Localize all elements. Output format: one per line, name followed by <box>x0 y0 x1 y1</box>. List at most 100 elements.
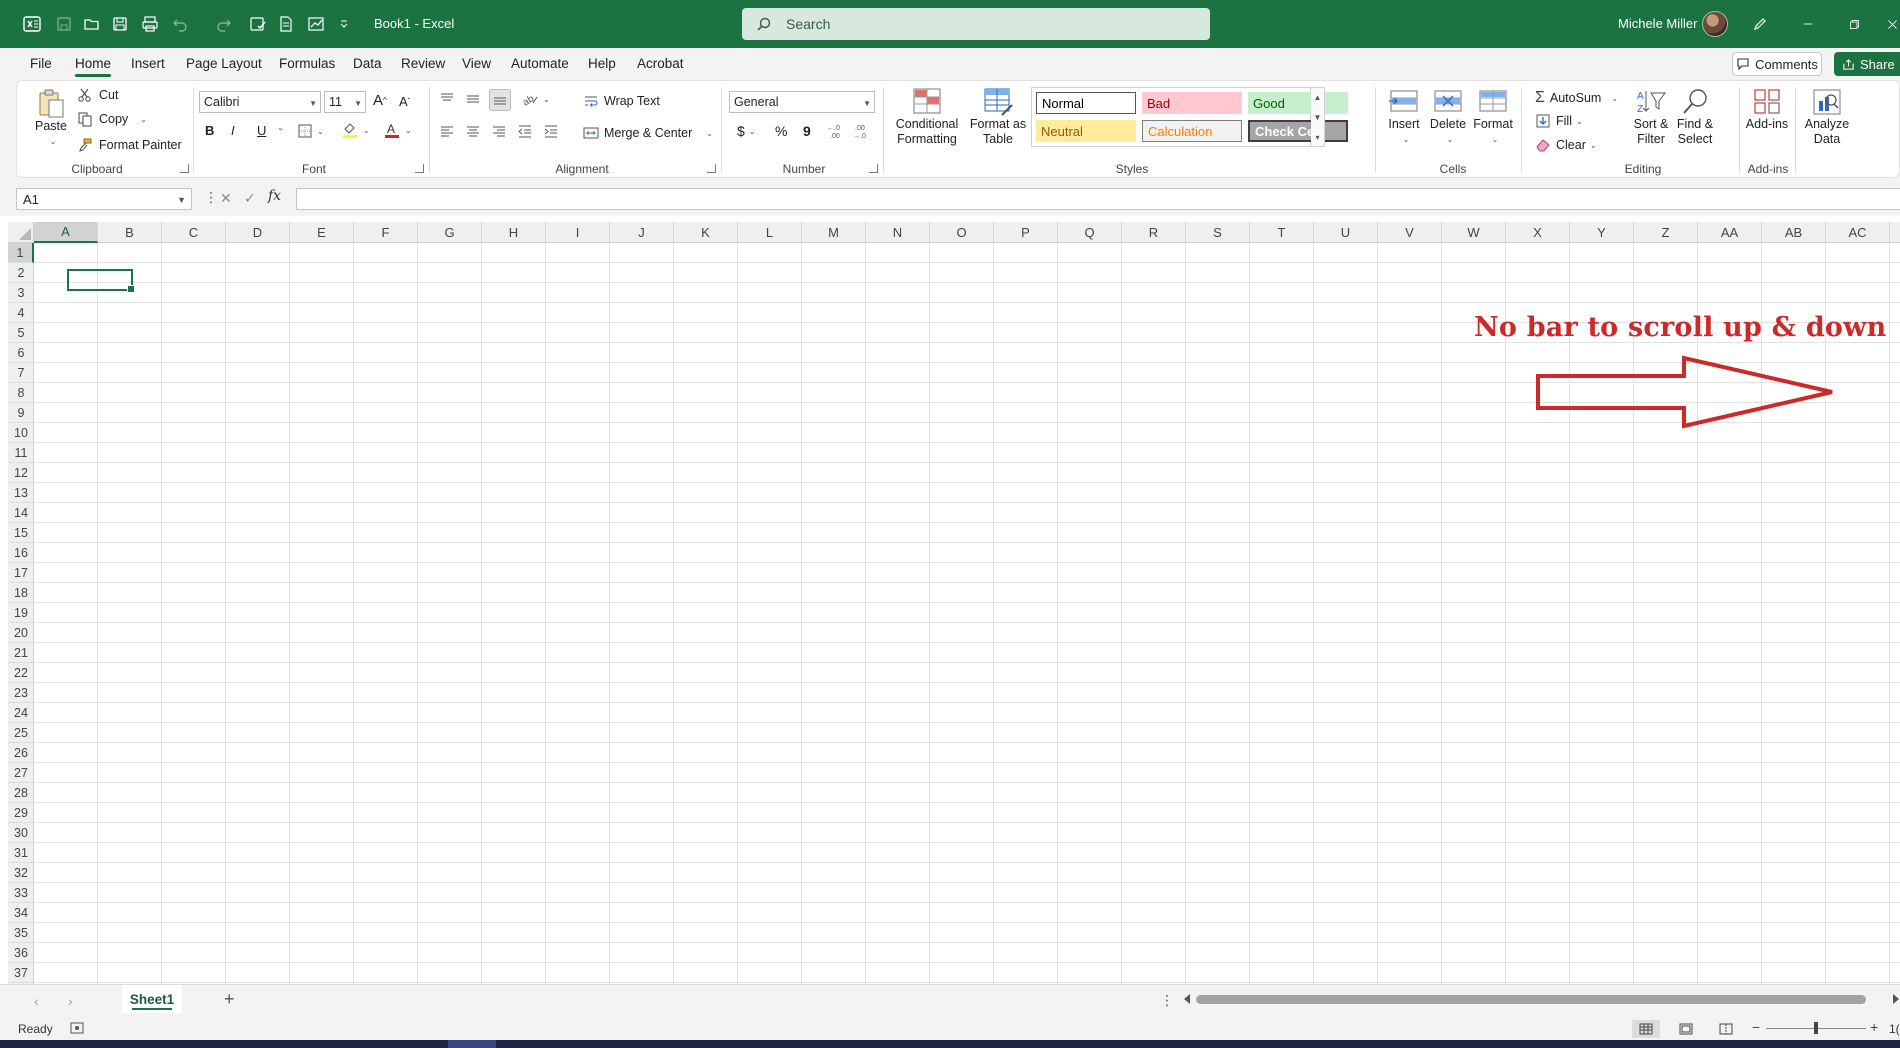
row-header[interactable]: 19 <box>8 603 34 623</box>
column-header[interactable]: D <box>226 222 290 243</box>
scroll-right-icon[interactable] <box>1893 994 1899 1004</box>
column-header[interactable]: B <box>98 222 162 243</box>
row-header[interactable]: 10 <box>8 423 34 443</box>
paste-dropdown-icon[interactable]: ⌄ <box>50 134 57 149</box>
style-neutral[interactable]: Neutral <box>1036 120 1136 142</box>
tab-help[interactable]: Help <box>588 54 616 73</box>
column-header[interactable]: P <box>994 222 1058 243</box>
row-header[interactable]: 11 <box>8 443 34 463</box>
column-header[interactable]: K <box>674 222 738 243</box>
row-header[interactable]: 27 <box>8 763 34 783</box>
column-header[interactable]: W <box>1442 222 1506 243</box>
name-box[interactable]: A1 ▼ <box>16 188 192 210</box>
column-header[interactable]: AC <box>1826 222 1890 243</box>
row-header[interactable]: 2 <box>8 263 34 283</box>
format-cells-button[interactable]: Format ⌄ <box>1471 87 1515 147</box>
row-header[interactable]: 30 <box>8 823 34 843</box>
select-all-button[interactable] <box>8 222 34 243</box>
align-top-icon[interactable] <box>439 91 455 107</box>
chart-icon[interactable] <box>304 12 328 36</box>
row-header[interactable]: 9 <box>8 403 34 423</box>
page-layout-view-icon[interactable] <box>1672 1020 1700 1038</box>
tab-split-handle-icon[interactable]: ⋮ <box>1160 992 1174 1009</box>
row-header[interactable]: 16 <box>8 543 34 563</box>
align-right-icon[interactable] <box>491 123 507 139</box>
row-header[interactable]: 29 <box>8 803 34 823</box>
column-header[interactable]: AA <box>1698 222 1762 243</box>
column-header[interactable]: O <box>930 222 994 243</box>
column-header[interactable]: U <box>1314 222 1378 243</box>
active-cell[interactable] <box>67 269 135 293</box>
column-header[interactable]: N <box>866 222 930 243</box>
style-calculation[interactable]: Calculation <box>1142 120 1242 142</box>
previous-sheet-icon[interactable]: ‹ <box>34 993 39 1009</box>
row-header[interactable]: 28 <box>8 783 34 803</box>
confirm-entry-icon[interactable]: ✓ <box>244 190 256 207</box>
more-options-icon[interactable]: ⋮ <box>204 189 218 206</box>
bold-button[interactable]: B <box>205 123 214 138</box>
underline-button[interactable]: U <box>257 123 266 138</box>
row-header[interactable]: 33 <box>8 883 34 903</box>
search-box[interactable]: Search <box>742 8 1210 40</box>
row-header[interactable]: 22 <box>8 663 34 683</box>
sheet-tab[interactable]: Sheet1 <box>122 985 182 1013</box>
column-header[interactable]: H <box>482 222 546 243</box>
row-header[interactable]: 35 <box>8 923 34 943</box>
borders-icon[interactable]: ⌄ <box>297 123 324 139</box>
row-header[interactable]: 18 <box>8 583 34 603</box>
increase-font-icon[interactable]: A ^ <box>373 92 387 109</box>
column-header[interactable]: M <box>802 222 866 243</box>
customize-qat-icon[interactable] <box>332 12 356 36</box>
close-icon[interactable] <box>1884 12 1900 36</box>
column-header[interactable]: S <box>1186 222 1250 243</box>
row-header[interactable]: 13 <box>8 483 34 503</box>
row-header[interactable]: 37 <box>8 963 34 983</box>
italic-button[interactable]: I <box>231 123 235 138</box>
align-left-icon[interactable] <box>439 123 455 139</box>
row-header[interactable]: 5 <box>8 323 34 343</box>
copy-button[interactable]: Copy ⌄ <box>77 111 147 127</box>
column-header[interactable]: Z <box>1634 222 1698 243</box>
row-header[interactable]: 17 <box>8 563 34 583</box>
tab-automate[interactable]: Automate <box>511 54 569 73</box>
find-select-button[interactable]: Find & Select <box>1673 87 1717 147</box>
tab-review[interactable]: Review <box>401 54 445 73</box>
fill-color-icon[interactable]: ⌄ <box>341 121 370 139</box>
addins-button[interactable]: Add-ins <box>1741 87 1793 132</box>
font-name-select[interactable]: Calibri ▼ <box>199 91 321 113</box>
clear-button[interactable]: Clear ⌄ <box>1535 137 1597 153</box>
currency-button[interactable]: $ ⌄ <box>737 123 756 139</box>
comments-button[interactable]: Comments <box>1732 52 1822 76</box>
tab-home[interactable]: Home <box>75 54 112 77</box>
analyze-data-button[interactable]: Analyze Data <box>1799 87 1855 147</box>
row-header[interactable]: 31 <box>8 843 34 863</box>
row-header[interactable]: 14 <box>8 503 34 523</box>
alignment-launcher-icon[interactable] <box>707 164 716 173</box>
column-header[interactable]: V <box>1378 222 1442 243</box>
number-launcher-icon[interactable] <box>869 164 878 173</box>
format-painter-button[interactable]: Format Painter <box>77 137 182 153</box>
column-header[interactable]: Y <box>1570 222 1634 243</box>
row-header[interactable]: 25 <box>8 723 34 743</box>
style-normal[interactable]: Normal <box>1036 92 1136 114</box>
autosave-icon[interactable] <box>52 12 76 36</box>
column-header[interactable]: A <box>34 222 98 243</box>
row-header[interactable]: 36 <box>8 943 34 963</box>
increase-decimal-icon[interactable]: ←.0.00 <box>827 123 847 139</box>
column-header[interactable]: Q <box>1058 222 1122 243</box>
merge-dropdown-icon[interactable]: ⌄ <box>706 129 713 138</box>
tab-acrobat[interactable]: Acrobat <box>637 54 684 73</box>
sort-filter-button[interactable]: AZ Sort & Filter <box>1629 87 1673 147</box>
copy-dropdown-icon[interactable]: ⌄ <box>140 115 147 124</box>
decrease-indent-icon[interactable] <box>517 123 533 139</box>
zoom-slider-thumb[interactable] <box>1814 1022 1818 1034</box>
spelling-icon[interactable] <box>246 12 270 36</box>
format-as-table-button[interactable]: Format as Table <box>967 87 1029 147</box>
percent-button[interactable]: % <box>775 123 787 139</box>
row-header[interactable]: 3 <box>8 283 34 303</box>
normal-view-icon[interactable] <box>1632 1020 1660 1038</box>
tab-page-layout[interactable]: Page Layout <box>186 54 262 73</box>
row-header[interactable]: 7 <box>8 363 34 383</box>
pen-icon[interactable] <box>1746 12 1774 36</box>
scroll-left-icon[interactable] <box>1184 994 1190 1004</box>
